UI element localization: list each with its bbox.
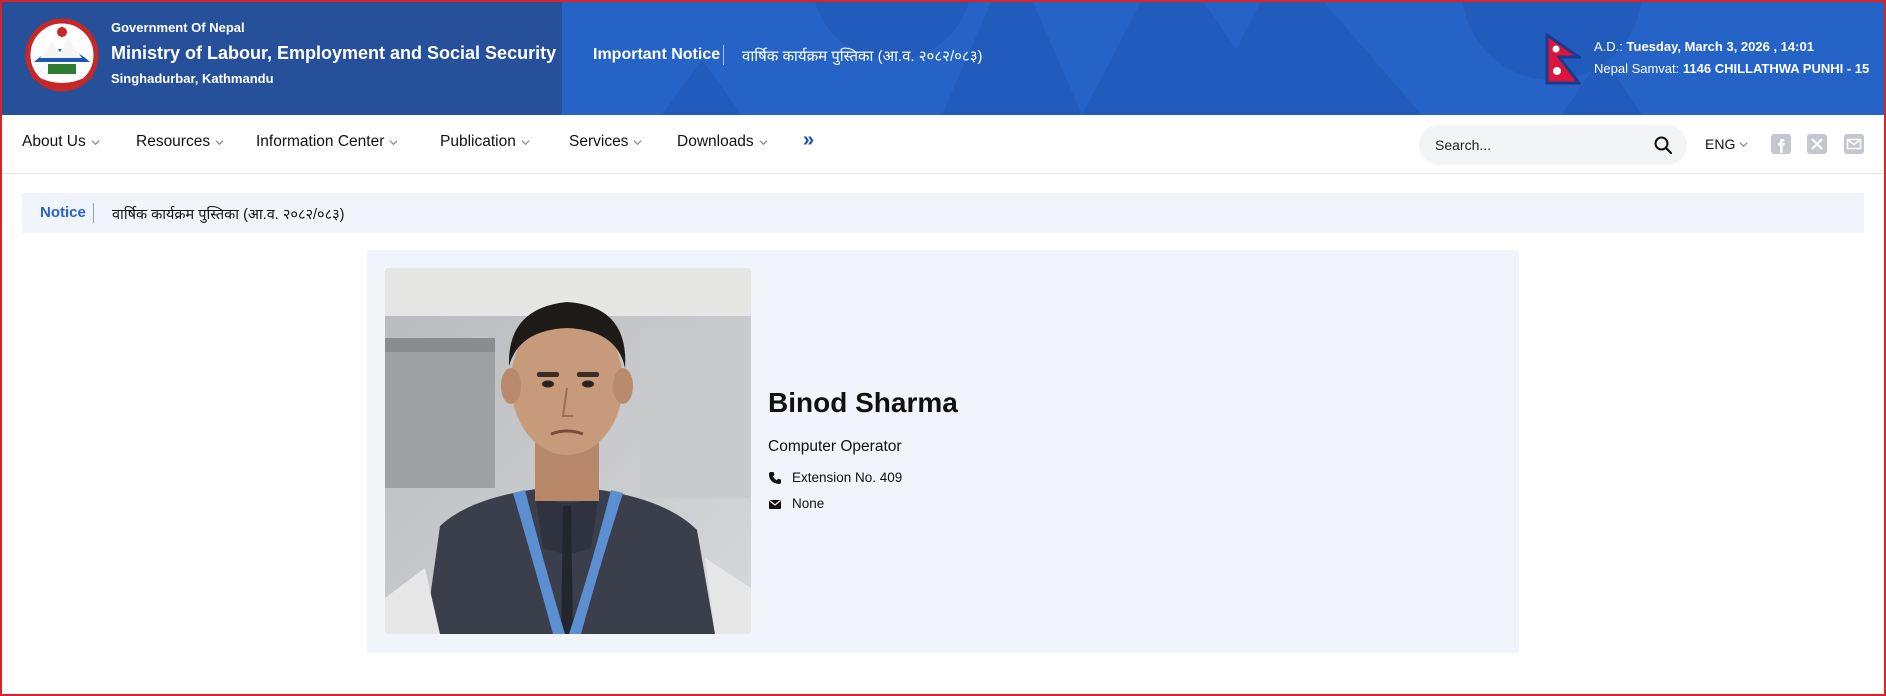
- ad-date: A.D.: Tuesday, March 3, 2026 , 14:01: [1594, 39, 1814, 54]
- nepal-samvat-date: Nepal Samvat: 1146 CHILLATHWA PUNHI - 15: [1594, 61, 1870, 76]
- staff-name: Binod Sharma: [768, 387, 958, 418]
- nav-item-label: Services: [569, 133, 629, 150]
- important-notice-divider: [723, 45, 724, 65]
- chevron-down-icon: [633, 139, 642, 145]
- notice-ticker: Notice वार्षिक कार्यक्रम पुस्तिका (आ.व. …: [22, 193, 1864, 233]
- x-twitter-icon[interactable]: [1806, 133, 1828, 155]
- phone-icon: [769, 471, 781, 484]
- more-menu-icon[interactable]: »: [803, 129, 814, 152]
- nav-item-about-us[interactable]: About Us: [22, 133, 100, 151]
- chevron-down-icon: [389, 139, 398, 145]
- search-input[interactable]: [1435, 133, 1635, 157]
- government-name: Government Of Nepal: [111, 20, 245, 35]
- notice-link[interactable]: वार्षिक कार्यक्रम पुस्तिका (आ.व. २०८२/०८…: [112, 204, 345, 224]
- notice-label: Notice: [40, 204, 86, 221]
- language-selector[interactable]: ENG: [1705, 136, 1748, 152]
- chevron-down-icon: [1739, 141, 1748, 147]
- envelope-icon: [769, 499, 781, 509]
- nav-item-label: Resources: [136, 133, 211, 150]
- staff-phone-row: Extension No. 409: [768, 470, 902, 485]
- nav-item-label: About Us: [22, 133, 86, 150]
- search-box: [1419, 125, 1687, 165]
- nav-item-label: Publication: [440, 133, 516, 150]
- nav-item-publication[interactable]: Publication: [440, 133, 530, 151]
- nav-item-downloads[interactable]: Downloads: [677, 133, 768, 151]
- nav-item-resources[interactable]: Resources: [136, 133, 224, 151]
- important-notice-label: Important Notice: [593, 46, 721, 63]
- nepal-emblem-logo[interactable]: [22, 18, 102, 92]
- staff-photo: [385, 268, 751, 634]
- search-icon[interactable]: [1653, 135, 1673, 155]
- ministry-location: Singhadurbar, Kathmandu: [111, 71, 274, 86]
- chevron-down-icon: [91, 139, 100, 145]
- staff-email-row: None: [768, 496, 824, 511]
- site-header: Government Of Nepal Ministry of Labour, …: [0, 0, 1886, 115]
- important-notice-link[interactable]: वार्षिक कार्यक्रम पुस्तिका (आ.व. २०८२/०८…: [742, 46, 983, 66]
- language-label: ENG: [1705, 136, 1736, 152]
- chevron-down-icon: [215, 139, 224, 145]
- nav-item-information-center[interactable]: Information Center: [256, 133, 398, 151]
- nav-item-label: Downloads: [677, 133, 754, 150]
- staff-profile-card: Binod Sharma Computer Operator Extension…: [367, 250, 1519, 653]
- facebook-icon[interactable]: [1770, 133, 1792, 155]
- staff-email: None: [792, 496, 825, 511]
- chevron-down-icon: [759, 139, 768, 145]
- staff-designation: Computer Operator: [768, 438, 902, 455]
- main-navigation: About Us Resources Information Center Pu…: [0, 115, 1886, 174]
- mail-icon[interactable]: [1843, 133, 1865, 155]
- nepal-flag-icon: [1545, 33, 1581, 85]
- staff-extension: Extension No. 409: [792, 470, 903, 485]
- nav-item-label: Information Center: [256, 133, 385, 150]
- nav-item-services[interactable]: Services: [569, 133, 642, 151]
- notice-divider: [93, 203, 94, 223]
- chevron-down-icon: [521, 139, 530, 145]
- ministry-title[interactable]: Ministry of Labour, Employment and Socia…: [111, 43, 556, 64]
